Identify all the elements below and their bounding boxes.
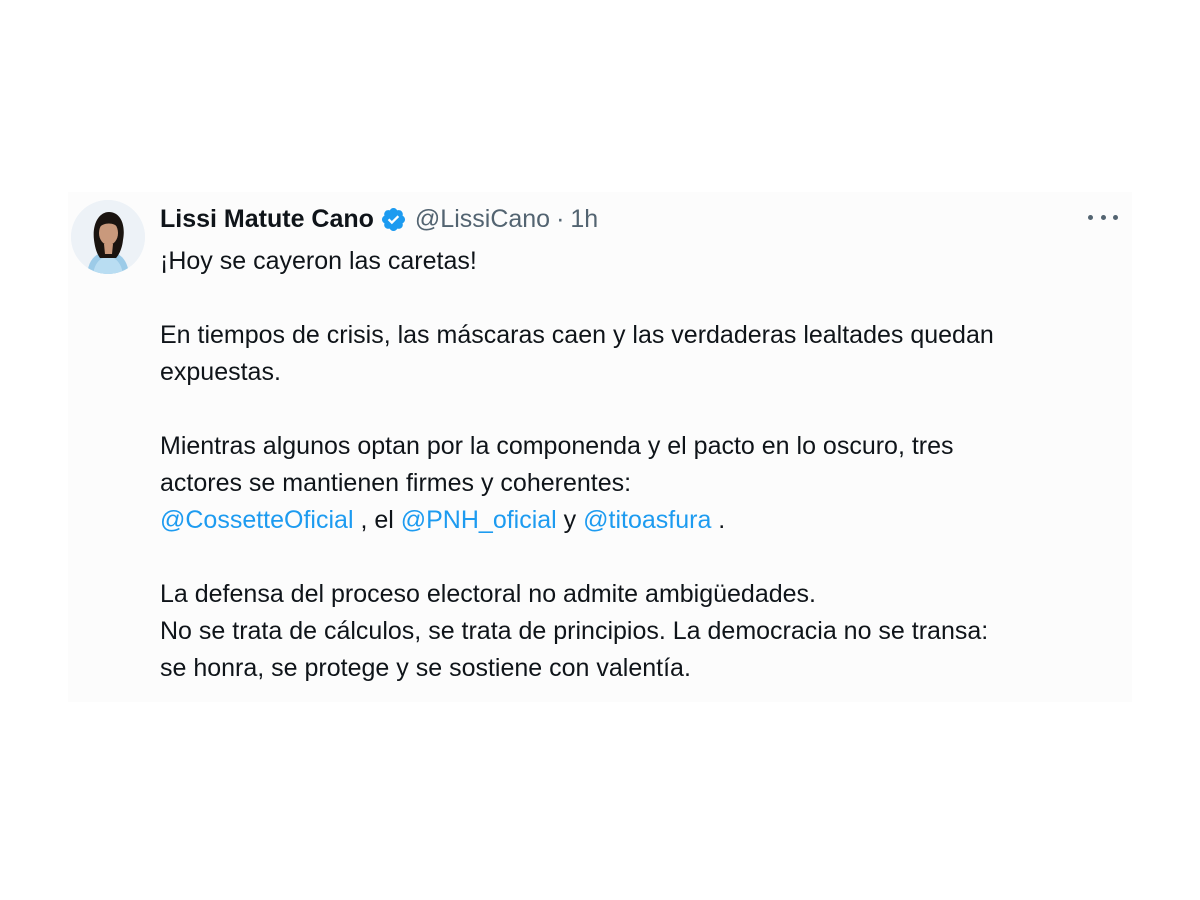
tweet-line: actores se mantienen firmes y coherentes… [160,469,632,497]
mentions-line: @CossetteOficial , el @PNH_oficial y @ti… [160,502,1120,539]
mention-cossetteoficial[interactable]: @CossetteOficial [160,506,354,534]
tweet-line: La defensa del proceso electoral no admi… [160,580,816,608]
more-options-icon[interactable] [1088,205,1118,229]
tweet-line: expuestas. [160,358,281,386]
mention-titoasfura[interactable]: @titoasfura [583,506,711,534]
mention-pnh-oficial[interactable]: @PNH_oficial [401,506,557,534]
profile-photo-icon [71,200,145,274]
avatar[interactable] [71,200,145,274]
tweet-text: ¡Hoy se cayeron las caretas! En tiempos … [160,243,1120,687]
tweet-line: se honra, se protege y se sostiene con v… [160,654,691,682]
tweet-line: ¡Hoy se cayeron las caretas! [160,247,477,275]
separator-dot: · [556,205,565,233]
tweet-header: Lissi Matute Cano @LissiCano · 1h [160,200,598,238]
tweet-line: En tiempos de crisis, las máscaras caen … [160,321,994,349]
tweet-card[interactable]: Lissi Matute Cano @LissiCano · 1h ¡Hoy s… [68,192,1132,702]
paragraph-2: En tiempos de crisis, las máscaras caen … [160,317,1120,391]
tweet-line: Mientras algunos optan por la componenda… [160,432,954,460]
tweet-line: No se trata de cálculos, se trata de pri… [160,617,989,645]
mention-separator: y [556,506,584,534]
sentence-end: . [711,506,726,534]
paragraph-4: La defensa del proceso electoral no admi… [160,576,1120,687]
verified-badge-icon[interactable] [380,206,407,233]
display-name[interactable]: Lissi Matute Cano [160,200,374,238]
user-handle[interactable]: @LissiCano [415,200,550,238]
mention-separator: , el [353,506,401,534]
paragraph-1: ¡Hoy se cayeron las caretas! [160,243,1120,280]
paragraph-3: Mientras algunos optan por la componenda… [160,428,1120,539]
timestamp[interactable]: 1h [570,200,598,238]
